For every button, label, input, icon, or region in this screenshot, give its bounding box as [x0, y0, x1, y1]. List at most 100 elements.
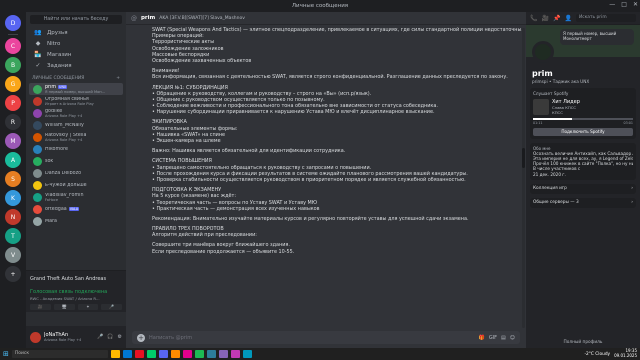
game-activity[interactable]: Grand Theft Auto San Andreas: [26, 270, 126, 286]
close-icon[interactable]: ✕: [633, 1, 638, 8]
dm-name: Hikomore: [45, 147, 68, 152]
taskbar-app-icon[interactable]: [110, 350, 120, 358]
taskbar-app-icon[interactable]: [206, 350, 216, 358]
dm-status: Arizona Role Play +4: [45, 137, 83, 142]
dm-search-button[interactable]: Найти или начать беседу: [30, 15, 122, 24]
maximize-icon[interactable]: □: [621, 1, 627, 8]
clan-tag: VALA: [68, 206, 80, 211]
emoji-icon[interactable]: ☺: [510, 335, 515, 341]
camera-icon[interactable]: 🎥: [30, 304, 51, 310]
taskbar-app-icon[interactable]: [242, 350, 252, 358]
taskbar-app-icon[interactable]: [182, 350, 192, 358]
server-icon[interactable]: +: [5, 266, 21, 282]
taskbar-search[interactable]: Поиск: [11, 350, 108, 358]
avatar: [33, 96, 42, 106]
dm-list-item[interactable]: Ratovskiy | Stella Arizona Role Play +4: [29, 131, 123, 143]
message-input-placeholder: Написать @prim: [149, 334, 193, 341]
dm-list-item[interactable]: godlike Arizona Role Play +4: [29, 107, 123, 119]
soundboard-icon[interactable]: 🎤: [101, 304, 122, 310]
profile-toggle-icon[interactable]: 👤: [564, 15, 571, 22]
screen-share-icon[interactable]: 🖥: [53, 304, 75, 310]
settings-icon[interactable]: ⚙: [118, 334, 122, 340]
shared-servers-row[interactable]: Общие серверы — 3 ›: [530, 197, 636, 208]
taskbar-app-icon[interactable]: [122, 350, 132, 358]
avatar: [33, 168, 42, 178]
taskbar-app-icon[interactable]: [134, 350, 144, 358]
headphones-icon[interactable]: 🎧: [107, 334, 113, 340]
chat-recipient-nick: AKA [3F.V.B][SWAT][7] Slava_Mashnov: [159, 15, 245, 21]
profile-search-input[interactable]: Искать prim: [575, 14, 636, 22]
taskbar-app-icon[interactable]: [170, 350, 180, 358]
attach-icon[interactable]: +: [137, 333, 145, 342]
message-line: SWAT (Special Weapons And Tactics) — эли…: [152, 27, 523, 33]
dm-nav-item[interactable]: 👥 Друзья: [26, 27, 126, 38]
server-icon[interactable]: R: [5, 114, 21, 130]
gift-icon[interactable]: 🎁: [479, 335, 485, 341]
server-icon[interactable]: A: [5, 152, 21, 168]
minimize-icon[interactable]: —: [609, 1, 615, 8]
dm-list-item[interactable]: sok: [29, 155, 123, 167]
taskbar-app-icon[interactable]: [194, 350, 204, 358]
dm-list-item[interactable]: ь-чужой дольше: [29, 179, 123, 191]
taskbar-app-icon[interactable]: [146, 350, 156, 358]
scrollbar[interactable]: [522, 28, 525, 328]
title-bar: Личные сообщения — □ ✕: [0, 0, 640, 12]
message-input[interactable]: + Написать @prim 🎁 GIF ▤ ☺: [132, 331, 520, 344]
dm-nav-item[interactable]: ✓ Задания: [26, 60, 126, 71]
server-icon[interactable]: C: [5, 38, 21, 54]
pin-icon[interactable]: 📌: [553, 15, 560, 22]
dm-list-item[interactable]: Vladislav_Fomin FaHoсе: [29, 191, 123, 203]
game-collection-row[interactable]: Коллекция игр ›: [530, 183, 636, 194]
dm-header: ЛИЧНЫЕ СООБЩЕНИЯ +: [26, 71, 126, 83]
server-icon[interactable]: T: [5, 228, 21, 244]
voice-channel[interactable]: RWC - Академия SWAT / Arizona R...: [30, 296, 122, 301]
add-dm-icon[interactable]: +: [116, 76, 120, 81]
dm-list-item[interactable]: Danza Delbozo: [29, 167, 123, 179]
taskbar-app-icon[interactable]: [158, 350, 168, 358]
server-icon[interactable]: S: [5, 171, 21, 187]
server-icon[interactable]: V: [5, 247, 21, 263]
windows-start-icon[interactable]: ⊞: [3, 350, 9, 358]
nav-label: Nitro: [47, 40, 61, 47]
server-icon[interactable]: P: [5, 95, 21, 111]
dm-list-item[interactable]: Hikomore: [29, 143, 123, 155]
activity-icon[interactable]: ✦: [77, 304, 99, 310]
connect-spotify-button[interactable]: Подключить Spotify: [533, 127, 633, 136]
mic-icon[interactable]: 🎤: [97, 334, 103, 340]
dm-nav-item[interactable]: ◆ Nitro: [26, 38, 126, 49]
dm-list-item[interactable]: prim UNX Я первый номер, высший Мон...: [29, 83, 123, 95]
sticker-icon[interactable]: ▤: [501, 335, 506, 341]
dm-nav-item[interactable]: 🏪 Магазин: [26, 49, 126, 60]
nav-icon: 🏪: [34, 51, 42, 58]
server-icon[interactable]: K: [5, 190, 21, 206]
chat-recipient[interactable]: prim: [141, 15, 155, 21]
taskbar-app-icon[interactable]: [218, 350, 228, 358]
video-icon[interactable]: 🎥: [541, 15, 548, 22]
clock[interactable]: 19:35 09.01.2025: [614, 349, 637, 358]
game-collection-label: Коллекция игр: [533, 186, 567, 192]
weather[interactable]: -2°C Cloudy: [584, 352, 610, 357]
dm-list-item[interactable]: Огромная свинья Играет в Arizona Role Pla…: [29, 95, 123, 107]
scrollbar-thumb[interactable]: [522, 148, 525, 168]
profile-avatar[interactable]: [532, 41, 554, 63]
call-icon[interactable]: 📞: [530, 15, 537, 22]
gif-icon[interactable]: GIF: [489, 335, 497, 341]
full-profile-link[interactable]: Полный профиль: [526, 340, 640, 345]
server-icon[interactable]: G: [5, 76, 21, 92]
dm-list-item[interactable]: Mara: [29, 215, 123, 227]
dm-list-item[interactable]: William_McNally: [29, 119, 123, 131]
server-separator: [8, 34, 18, 35]
taskbar-app-icon[interactable]: [230, 350, 240, 358]
shared-servers-label: Общие серверы — 3: [533, 200, 579, 206]
server-icon[interactable]: D: [5, 15, 21, 31]
chevron-right-icon: ›: [631, 186, 633, 192]
server-icon[interactable]: B: [5, 57, 21, 73]
album-cover[interactable]: [533, 99, 549, 115]
nav-label: Задания: [47, 62, 72, 69]
avatar[interactable]: [30, 331, 41, 343]
dm-list-item[interactable]: ortedgaa VALA: [29, 203, 123, 215]
server-icon[interactable]: N: [5, 209, 21, 225]
time-total: 03:01: [623, 120, 633, 125]
track-progress-fill: [533, 118, 572, 120]
server-icon[interactable]: M: [5, 133, 21, 149]
